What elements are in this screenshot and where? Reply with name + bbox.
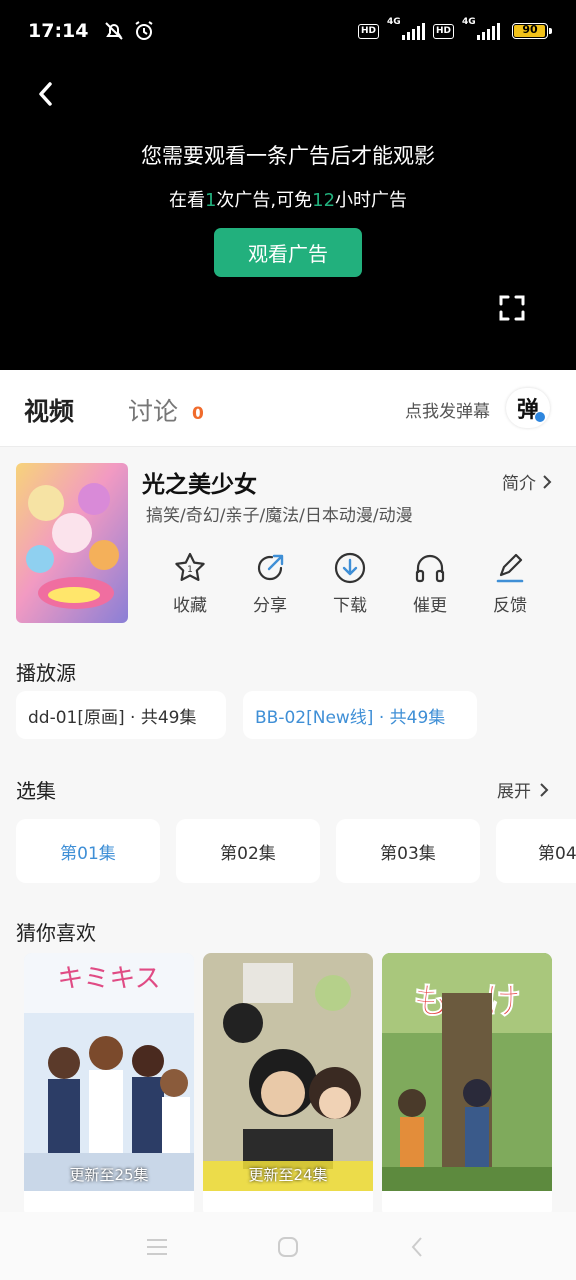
chevron-right-icon <box>540 782 549 797</box>
mute-bell-icon <box>105 22 124 40</box>
source-option[interactable]: BB-02[New线] · 共49集 <box>243 691 477 739</box>
source-section-title: 播放源 <box>16 661 76 685</box>
check-badge-icon <box>534 411 546 423</box>
headphones-icon <box>415 554 445 583</box>
battery-icon: 90 <box>512 23 552 39</box>
danmu-button[interactable]: 弹 <box>506 388 550 428</box>
download-button[interactable]: 下载 <box>310 551 390 616</box>
feedback-button[interactable]: 反馈 <box>470 551 550 616</box>
fullscreen-icon[interactable] <box>498 294 526 322</box>
edit-icon <box>496 553 524 583</box>
status-time: 17:14 <box>28 20 89 42</box>
star-icon: 1 <box>175 552 205 581</box>
recommend-card[interactable]: キミキス 更新至25集 <box>24 953 194 1217</box>
watch-ad-button[interactable]: 观看广告 <box>214 228 362 277</box>
recommend-card[interactable]: 更新至24集 <box>203 953 373 1217</box>
recommend-card[interactable]: もっけ <box>382 953 552 1217</box>
recommend-cover: 更新至24集 <box>203 953 373 1191</box>
hd-icon: HD <box>432 23 454 39</box>
episode-chip[interactable]: 第02集 <box>176 819 320 883</box>
danmu-prompt[interactable]: 点我发弹幕 <box>405 397 490 422</box>
urge-update-button[interactable]: 催更 <box>390 551 470 616</box>
action-row: 1 收藏 分享 下载 催更 反馈 <box>150 551 550 616</box>
source-option[interactable]: dd-01[原画] · 共49集 <box>16 691 226 739</box>
download-icon <box>334 552 366 584</box>
detail-content: 光之美少女 搞笑/奇幻/亲子/魔法/日本动漫/动漫 简介 1 收藏 分享 下载 … <box>0 447 576 1217</box>
system-nav-bar <box>0 1212 576 1280</box>
favorite-button[interactable]: 1 收藏 <box>150 551 230 616</box>
signal-icon: 4G <box>462 17 500 42</box>
tab-bar: 视频 讨论 0 点我发弹幕 弹 <box>0 370 576 447</box>
menu-icon[interactable] <box>146 1238 168 1256</box>
episode-chip[interactable]: 第04集 <box>496 819 576 883</box>
back-icon[interactable] <box>410 1236 424 1258</box>
show-poster <box>16 463 128 623</box>
alarm-icon <box>135 21 154 40</box>
show-tags: 搞笑/奇幻/亲子/魔法/日本动漫/动漫 <box>146 506 413 526</box>
expand-episodes-link[interactable]: 展开 <box>497 777 549 802</box>
svg-text:1: 1 <box>187 565 193 575</box>
recommend-cover: もっけ <box>382 953 552 1191</box>
share-icon <box>257 554 284 581</box>
home-icon[interactable] <box>277 1236 299 1258</box>
back-arrow-icon[interactable] <box>30 76 64 112</box>
episode-chip[interactable]: 第01集 <box>16 819 160 883</box>
update-label: 更新至25集 <box>69 1166 149 1184</box>
update-label: 更新至24集 <box>248 1166 328 1184</box>
signal-icon: 4G <box>387 17 425 42</box>
hd-icon: HD <box>357 23 379 39</box>
recommend-section-title: 猜你喜欢 <box>16 921 96 945</box>
episode-section-title: 选集 <box>16 779 56 803</box>
svg-text:キミキス: キミキス <box>57 964 160 994</box>
discuss-count-badge: 0 <box>192 404 204 424</box>
chevron-right-icon <box>543 474 552 489</box>
ad-subtitle: 在看1次广告,可免12小时广告 <box>168 190 408 211</box>
tab-discuss[interactable]: 讨论 <box>128 392 178 428</box>
show-title: 光之美少女 <box>142 472 257 498</box>
recommend-cover: キミキス 更新至25集 <box>24 953 194 1191</box>
episode-chip[interactable]: 第03集 <box>336 819 480 883</box>
video-player[interactable]: 17:14 HD 4G HD 4G 90 您需要观看一条广告后才能观影 在看1次… <box>0 0 576 370</box>
status-bar: 17:14 HD 4G HD 4G 90 <box>0 0 576 62</box>
tab-video[interactable]: 视频 <box>24 392 74 428</box>
ad-title: 您需要观看一条广告后才能观影 <box>141 144 435 168</box>
share-button[interactable]: 分享 <box>230 551 310 616</box>
intro-link[interactable]: 简介 <box>502 469 552 494</box>
